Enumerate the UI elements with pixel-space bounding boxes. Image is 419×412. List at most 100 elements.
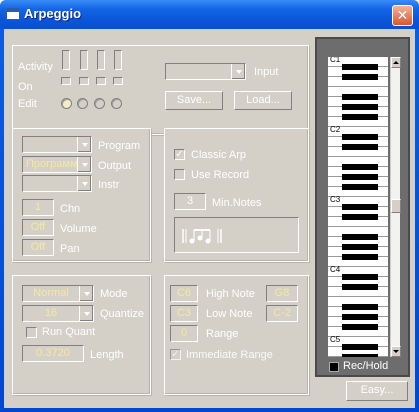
pan-field[interactable]: Off xyxy=(22,239,54,256)
instr-label: Instr xyxy=(98,179,120,191)
client-area: Activity On Edit Input Save... Load... P… xyxy=(4,29,415,408)
mode-select[interactable]: Normal xyxy=(22,285,94,302)
input-select[interactable] xyxy=(165,63,246,80)
octave-label: C5 xyxy=(330,335,341,344)
black-key[interactable] xyxy=(342,234,378,240)
chevron-down-icon xyxy=(79,306,93,321)
load-button[interactable]: Load... xyxy=(234,91,292,110)
chn-label: Chn xyxy=(60,203,81,215)
black-key[interactable] xyxy=(342,314,378,320)
range-field[interactable]: 0 xyxy=(170,325,198,342)
window-icon xyxy=(6,8,20,20)
edit-radio-1[interactable] xyxy=(61,98,72,109)
activity-meter-2 xyxy=(80,50,88,70)
activity-label: Activity xyxy=(18,61,53,73)
chevron-down-icon xyxy=(231,64,245,79)
piano-keyboard-frame: C1 C2 C3 C4 C5 Rec/Hold xyxy=(315,37,410,377)
classic-arp-label: Classic Arp xyxy=(191,149,247,161)
volume-field[interactable]: Off xyxy=(22,219,54,236)
run-quant-label: Run Quant xyxy=(42,326,96,338)
keyboard-scrollbar[interactable] xyxy=(390,57,401,357)
pan-label: Pan xyxy=(60,243,80,255)
immediate-range-checkbox[interactable]: ✓ xyxy=(170,349,181,360)
window-title: Arpeggio xyxy=(24,6,82,21)
high-note-to-field[interactable]: G8 xyxy=(266,285,298,302)
octave-label: C3 xyxy=(330,195,341,204)
on-toggle-4[interactable] xyxy=(113,77,123,85)
min-notes-field[interactable]: 3 xyxy=(174,193,206,210)
output-value: Программ xyxy=(26,158,78,170)
low-note-to-field[interactable]: C-2 xyxy=(266,305,298,322)
black-key[interactable] xyxy=(342,104,378,110)
save-button[interactable]: Save... xyxy=(165,91,223,110)
rec-hold-indicator[interactable] xyxy=(329,362,339,372)
black-key[interactable] xyxy=(342,344,378,350)
activity-meter-4 xyxy=(114,50,122,70)
on-toggle-1[interactable] xyxy=(61,77,71,85)
black-key[interactable] xyxy=(342,64,378,70)
high-note-label: High Note xyxy=(206,288,255,300)
black-key[interactable] xyxy=(342,304,378,310)
black-key[interactable] xyxy=(342,324,378,330)
black-key[interactable] xyxy=(342,144,378,150)
immediate-range-label: Immediate Range xyxy=(186,349,273,361)
instr-select[interactable] xyxy=(22,175,92,192)
on-toggle-3[interactable] xyxy=(96,77,106,85)
piano-keyboard[interactable]: C1 C2 C3 C4 C5 xyxy=(328,57,388,357)
chevron-down-icon xyxy=(79,286,93,301)
classic-arp-checkbox[interactable]: ✓ xyxy=(174,149,185,160)
output-label: Output xyxy=(98,160,132,172)
easy-button[interactable]: Easy... xyxy=(346,381,408,401)
chn-field[interactable]: 1 xyxy=(22,199,54,216)
black-key[interactable] xyxy=(342,114,378,120)
output-select[interactable]: Программ xyxy=(22,156,92,173)
black-key[interactable] xyxy=(342,214,378,220)
volume-label: Volume xyxy=(60,223,97,235)
black-key[interactable] xyxy=(342,284,378,290)
low-note-from-field[interactable]: C3 xyxy=(170,305,198,322)
black-key[interactable] xyxy=(342,244,378,250)
octave-label: C4 xyxy=(330,265,341,274)
mode-value: Normal xyxy=(33,287,69,299)
octave-label: C1 xyxy=(330,57,341,64)
title-bar[interactable]: Arpeggio ✕ xyxy=(0,0,419,29)
length-field[interactable]: 0.3720 xyxy=(22,345,84,362)
use-record-label: Use Record xyxy=(191,169,250,181)
scroll-thumb[interactable] xyxy=(391,199,401,213)
black-key[interactable] xyxy=(342,204,378,210)
use-record-checkbox[interactable] xyxy=(174,169,185,180)
program-label: Program xyxy=(98,140,141,152)
black-key[interactable] xyxy=(342,184,378,190)
min-notes-label: Min.Notes xyxy=(212,197,262,209)
quantize-label: Quantize xyxy=(100,308,145,320)
length-label: Length xyxy=(90,349,124,361)
run-quant-checkbox[interactable] xyxy=(26,327,37,338)
close-button[interactable]: ✕ xyxy=(392,5,413,26)
black-key[interactable] xyxy=(342,134,378,140)
scroll-down-icon[interactable] xyxy=(391,346,401,357)
range-label: Range xyxy=(206,328,239,340)
chevron-down-icon xyxy=(77,176,91,191)
edit-radio-4[interactable] xyxy=(111,98,122,109)
black-key[interactable] xyxy=(342,274,378,280)
black-key[interactable] xyxy=(342,94,378,100)
chevron-down-icon xyxy=(77,137,91,152)
high-note-from-field[interactable]: C6 xyxy=(170,285,198,302)
black-key[interactable] xyxy=(342,354,378,357)
black-key[interactable] xyxy=(342,254,378,260)
low-note-label: Low Note xyxy=(206,308,253,320)
edit-label: Edit xyxy=(18,98,37,110)
on-toggle-2[interactable] xyxy=(79,77,89,85)
edit-radio-3[interactable] xyxy=(94,98,105,109)
black-key[interactable] xyxy=(342,74,378,80)
notation-icon xyxy=(182,229,222,244)
notation-preview xyxy=(174,217,299,253)
scroll-up-icon[interactable] xyxy=(391,57,401,68)
edit-radio-2[interactable] xyxy=(77,98,88,109)
arpeggio-window: Arpeggio ✕ Activity On Edit Input Save..… xyxy=(0,0,419,412)
program-select[interactable] xyxy=(22,136,92,153)
quantize-select[interactable]: 16 xyxy=(22,305,94,322)
black-key[interactable] xyxy=(342,174,378,180)
black-key[interactable] xyxy=(342,164,378,170)
on-label: On xyxy=(18,81,33,93)
